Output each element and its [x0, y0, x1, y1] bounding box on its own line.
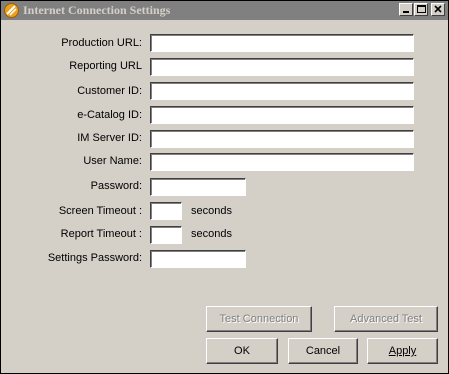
customer-id-field[interactable] — [150, 82, 414, 100]
report-timeout-field[interactable] — [150, 226, 182, 244]
production-url-label: Production URL: — [61, 37, 142, 49]
ecatalog-id-field[interactable] — [150, 106, 414, 124]
test-connection-button[interactable]: Test Connection — [206, 306, 312, 332]
title-bar[interactable]: Internet Connection Settings — [1, 1, 448, 20]
reporting-url-field[interactable] — [150, 58, 414, 76]
report-timeout-unit: seconds — [191, 228, 232, 240]
settings-password-label: Settings Password: — [47, 252, 142, 264]
im-server-id-field[interactable] — [150, 130, 414, 148]
advanced-test-button[interactable]: Advanced Test — [334, 306, 438, 332]
ok-button[interactable]: OK — [206, 338, 278, 364]
minimize-icon[interactable] — [399, 3, 413, 16]
dialog-window: Internet Connection Settings Production … — [0, 0, 449, 374]
password-field[interactable] — [150, 178, 246, 196]
settings-password-field[interactable] — [150, 250, 246, 268]
screen-timeout-unit: seconds — [191, 205, 232, 217]
maximize-icon[interactable] — [414, 3, 428, 16]
user-name-label: User Name: — [83, 155, 142, 167]
close-icon[interactable] — [431, 3, 445, 16]
im-server-id-label: IM Server ID: — [77, 132, 142, 144]
ecatalog-id-label: e-Catalog ID: — [77, 109, 142, 121]
cancel-button[interactable]: Cancel — [288, 338, 358, 364]
customer-id-label: Customer ID: — [77, 85, 142, 97]
apply-button[interactable]: Apply — [367, 338, 438, 364]
apply-button-label: Apply — [388, 345, 417, 357]
window-title: Internet Connection Settings — [23, 3, 171, 17]
screen-timeout-field[interactable] — [150, 202, 182, 220]
reporting-url-label: Reporting URL — [69, 60, 142, 72]
user-name-field[interactable] — [150, 153, 414, 171]
production-url-field[interactable] — [150, 34, 414, 52]
screen-timeout-label: Screen Timeout : — [58, 205, 142, 217]
password-label: Password: — [90, 180, 142, 192]
app-logo-icon — [4, 3, 19, 18]
report-timeout-label: Report Timeout : — [60, 228, 142, 240]
